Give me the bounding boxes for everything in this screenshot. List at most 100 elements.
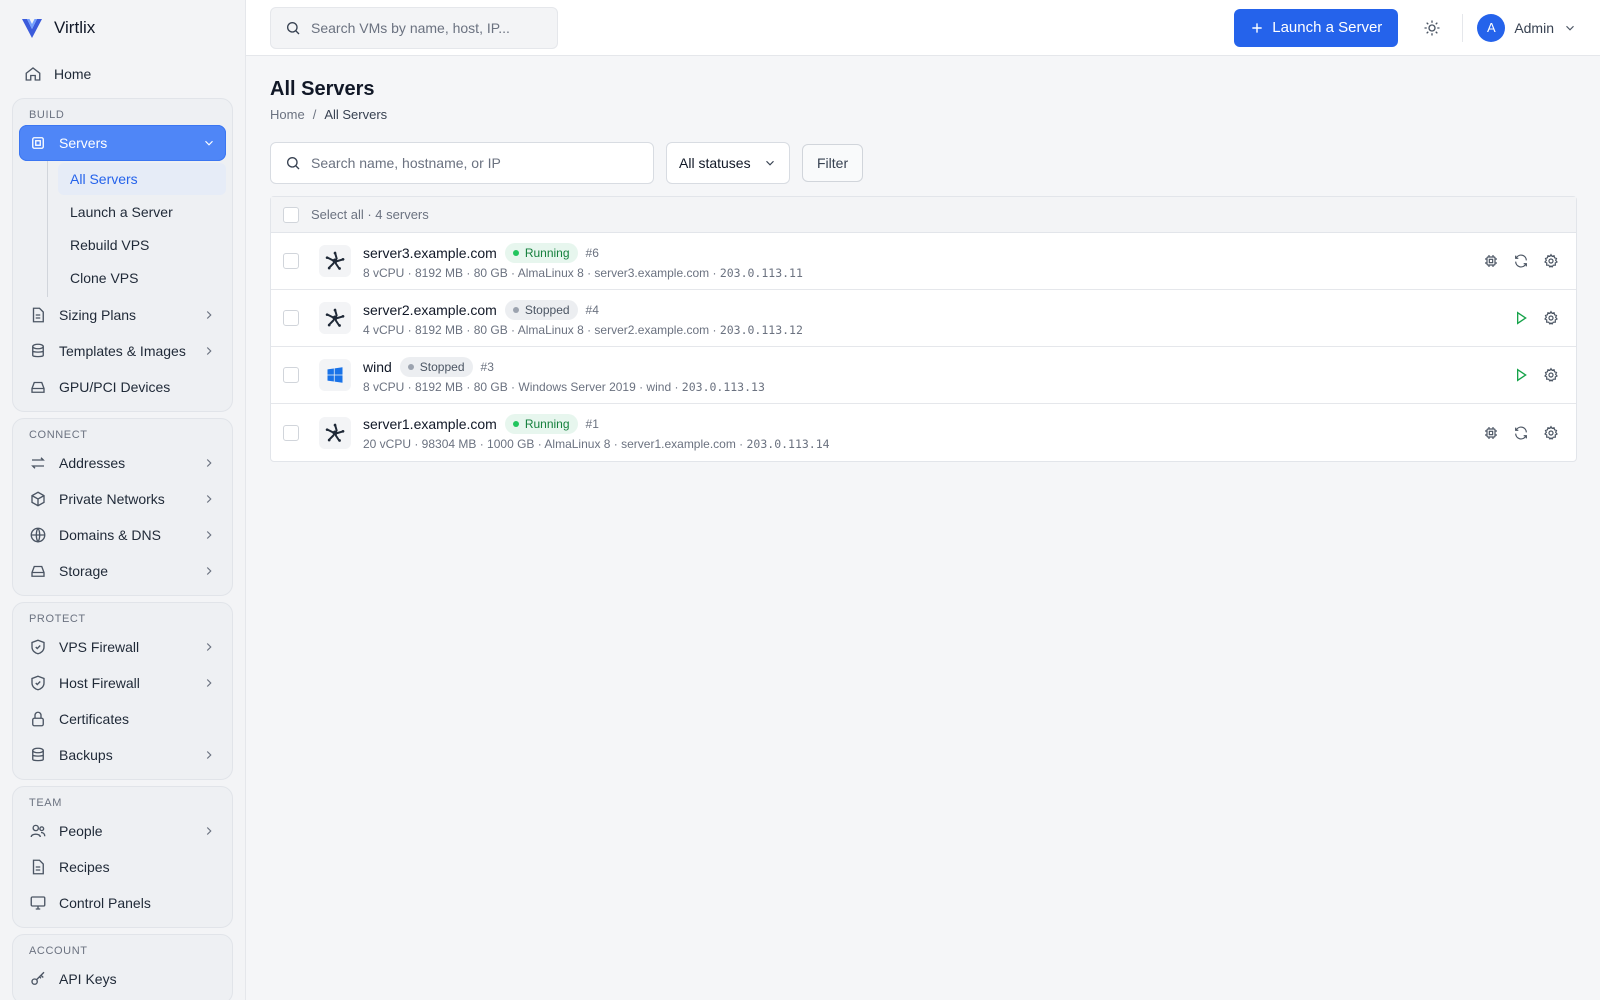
sidebar-item-private-networks[interactable]: Private Networks (19, 481, 226, 517)
sidebar-item-label: Storage (59, 563, 109, 579)
restart-button[interactable] (1512, 252, 1530, 270)
server-specs: 4 vCPU · 8192 MB · 80 GB · AlmaLinux 8 ·… (363, 323, 1500, 337)
server-name[interactable]: server3.example.com (363, 245, 497, 261)
server-specs-text: 8 vCPU · 8192 MB · 80 GB · AlmaLinux 8 ·… (363, 265, 717, 280)
start-button[interactable] (1512, 366, 1530, 384)
server-specs: 8 vCPU · 8192 MB · 80 GB · Windows Serve… (363, 380, 1500, 394)
gear-icon (1544, 310, 1558, 325)
filter-bar: Search name, hostname, or IP All statuse… (270, 142, 1577, 184)
sidebar-item-people[interactable]: People (19, 813, 226, 849)
almalinux-icon (325, 308, 345, 327)
sidebar-item-backups[interactable]: Backups (19, 737, 226, 773)
submenu-item-launch-a-server[interactable]: Launch a Server (58, 196, 226, 228)
document-icon (32, 859, 44, 875)
sidebar-item-certificates[interactable]: Certificates (19, 701, 226, 737)
cube-icon (31, 491, 45, 507)
gear-icon (1544, 425, 1558, 440)
server-info: wind Stopped #3 8 vCPU · 8192 MB · 80 GB · … (363, 356, 1500, 394)
sidebar-item-control-panels[interactable]: Control Panels (19, 885, 226, 921)
server-list: Select all · 4 servers server3.example.c… (270, 196, 1577, 462)
nav-group-connect: CONNECT Addresses Private Networks Domains … (12, 418, 233, 596)
globe-icon (30, 527, 46, 543)
status-text: Running (524, 417, 570, 431)
launch-server-button[interactable]: Launch a Server (1234, 8, 1399, 47)
row-checkbox[interactable] (283, 253, 299, 269)
submenu-item-rebuild-vps[interactable]: Rebuild VPS (58, 229, 226, 261)
sidebar-item-host-firewall[interactable]: Host Firewall (19, 665, 226, 701)
select-all-checkbox[interactable] (283, 206, 299, 223)
server-name[interactable]: wind (363, 359, 392, 375)
sidebar-item-addresses[interactable]: Addresses (19, 445, 226, 481)
theme-toggle-button[interactable] (1412, 9, 1452, 47)
nav-group-account: ACCOUNT API Keys (12, 934, 233, 1000)
submenu-item-clone-vps[interactable]: Clone VPS (58, 262, 226, 294)
chevron-right-icon (206, 827, 212, 835)
global-search-input[interactable]: Search VMs by name, host, IP... (270, 6, 558, 49)
sidebar-item-home[interactable]: Home (12, 56, 233, 92)
restart-button[interactable] (1512, 424, 1530, 442)
row-checkbox[interactable] (283, 310, 299, 326)
settings-button[interactable] (1542, 424, 1560, 442)
sidebar-item-label: Domains & DNS (59, 527, 161, 543)
lock-icon (32, 711, 44, 727)
server-search-input[interactable]: Search name, hostname, or IP (270, 142, 654, 184)
sidebar-item-sizing-plans[interactable]: Sizing Plans (19, 297, 226, 333)
brand[interactable]: Virtlix (12, 0, 233, 56)
sidebar-item-domains-dns[interactable]: Domains & DNS (19, 517, 226, 553)
shield-icon (31, 675, 45, 691)
server-name[interactable]: server2.example.com (363, 302, 497, 318)
avatar: A (1477, 13, 1506, 42)
chevron-right-icon (206, 567, 212, 575)
search-placeholder: Search name, hostname, or IP (311, 155, 501, 171)
sidebar-item-gpu-pci-devices[interactable]: GPU/PCI Devices (19, 369, 226, 405)
status-badge: Stopped (504, 299, 578, 320)
nav-group-title: ACCOUNT (29, 945, 88, 957)
page-title: All Servers (270, 78, 375, 100)
sidebar-item-servers[interactable]: Servers (19, 125, 226, 161)
servers-submenu: All Servers Launch a Server Rebuild VPS Clo… (47, 161, 226, 297)
row-checkbox[interactable] (283, 367, 299, 383)
chevron-right-icon (206, 679, 212, 687)
sidebar-item-api-keys[interactable]: API Keys (19, 961, 226, 997)
sidebar-item-recipes[interactable]: Recipes (19, 849, 226, 885)
sidebar-item-storage[interactable]: Storage (19, 553, 226, 589)
row-checkbox[interactable] (283, 424, 299, 441)
sidebar-item-label: Recipes (59, 859, 110, 875)
server-name[interactable]: server1.example.com (363, 416, 497, 432)
breadcrumb-current: All Servers (324, 107, 388, 122)
status-select[interactable]: All statuses (666, 142, 790, 184)
breadcrumb: Home / All Servers (270, 107, 1577, 122)
drive-icon (31, 565, 45, 577)
console-icon (1485, 255, 1497, 267)
submenu-item-all-servers[interactable]: All Servers (58, 163, 226, 195)
settings-button[interactable] (1542, 309, 1560, 327)
settings-button[interactable] (1542, 252, 1560, 270)
status-badge: Stopped (399, 356, 473, 377)
chevron-right-icon (206, 459, 212, 467)
server-specs-text: 20 vCPU · 98304 MB · 1000 GB · AlmaLinux… (363, 437, 744, 451)
console-button[interactable] (1482, 424, 1500, 442)
server-row[interactable]: wind Stopped #3 8 vCPU · 8192 MB · 80 GB · … (271, 347, 1576, 404)
server-specs: 20 vCPU · 98304 MB · 1000 GB · AlmaLinux… (363, 437, 1470, 451)
filter-button[interactable]: Filter (802, 144, 864, 182)
user-menu[interactable]: A Admin (1477, 13, 1577, 42)
server-row[interactable]: server3.example.com Running #6 8 vCPU · 819… (271, 233, 1576, 290)
chevron-right-icon (206, 643, 212, 651)
sidebar-item-label: Control Panels (59, 895, 151, 911)
os-icon (319, 302, 351, 334)
play-icon (1517, 368, 1527, 382)
sidebar-item-templates-images[interactable]: Templates & Images (19, 333, 226, 369)
settings-button[interactable] (1542, 366, 1560, 384)
breadcrumb-home[interactable]: Home (270, 107, 305, 122)
key-icon (31, 971, 45, 985)
search-icon (287, 21, 300, 34)
server-row[interactable]: server1.example.com Running #1 20 vCPU · 98… (271, 404, 1576, 461)
search-placeholder: Search VMs by name, host, IP... (311, 19, 510, 36)
restart-icon (1515, 254, 1527, 268)
server-row[interactable]: server2.example.com Stopped #4 4 vCPU · 819… (271, 290, 1576, 347)
server-info: server2.example.com Stopped #4 4 vCPU · 819… (363, 299, 1500, 337)
sidebar-item-vps-firewall[interactable]: VPS Firewall (19, 629, 226, 665)
console-button[interactable] (1482, 252, 1500, 270)
restart-icon (1515, 426, 1527, 439)
start-button[interactable] (1512, 309, 1530, 327)
